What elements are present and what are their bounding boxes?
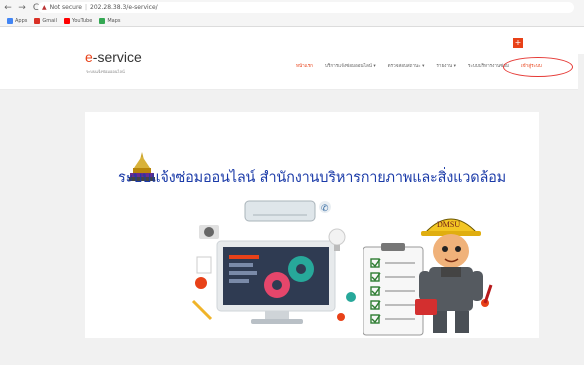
document-icon — [196, 256, 212, 274]
browser-chrome: ← → C ▲ Not secure | 202.28.38.3/e-servi… — [0, 0, 584, 27]
page-heading: ระบบแจ้งซ่อมออนไลน์ สำนักงานบริหารกายภาพ… — [117, 170, 507, 186]
forward-icon[interactable]: → — [16, 3, 28, 13]
repair-illustration: ✆ — [191, 200, 356, 324]
bookmark-youtube[interactable]: YouTube — [63, 17, 92, 24]
wrench-icon — [191, 299, 213, 321]
plus-icon[interactable]: + — [513, 38, 523, 48]
bookmark-apps[interactable]: Apps — [7, 17, 27, 24]
bookmarks-bar: Apps Gmail YouTube Maps — [0, 15, 584, 26]
nav-report[interactable]: รายงาน ▾ — [436, 63, 455, 70]
site-tagline: ระบบแจ้งซ่อมออนไลน์ — [86, 69, 125, 74]
warning-icon: ▲ — [42, 4, 47, 11]
nav-online-repair[interactable]: บริการแจ้งซ่อมออนไลน์ ▾ — [325, 63, 376, 70]
web-page: e-service ระบบแจ้งซ่อมออนไลน์ + หน้าแรก … — [0, 27, 584, 365]
svg-text:✆: ✆ — [321, 204, 329, 214]
settings-icon — [346, 292, 356, 302]
apps-icon — [7, 17, 13, 24]
scrollbar[interactable] — [578, 54, 584, 365]
bookmark-maps[interactable]: Maps — [99, 17, 120, 24]
map-pin-icon — [195, 277, 207, 289]
air-conditioner-icon — [244, 200, 316, 222]
bookmark-gmail[interactable]: Gmail — [34, 17, 57, 24]
highlight-annotation — [503, 57, 573, 77]
site-logo[interactable]: e-service — [85, 49, 142, 65]
hero-panel: ระบบแจ้งซ่อมออนไลน์ สำนักงานบริหารกายภาพ… — [85, 112, 539, 338]
nav-check-status[interactable]: ตรวจสอบสถานะ ▾ — [388, 63, 425, 70]
youtube-icon — [63, 17, 70, 24]
maps-icon — [99, 17, 106, 24]
browser-toolbar: ← → C ▲ Not secure | 202.28.38.3/e-servi… — [0, 0, 584, 15]
url-text: 202.28.38.3/e-service/ — [90, 4, 158, 11]
gmail-icon — [34, 17, 41, 24]
nav-home[interactable]: หน้าแรก — [296, 63, 313, 70]
site-header: e-service ระบบแจ้งซ่อมออนไลน์ + หน้าแรก … — [0, 27, 584, 90]
lightbulb-icon — [328, 228, 346, 246]
address-bar[interactable]: ▲ Not secure | 202.28.38.3/e-service/ — [38, 2, 574, 13]
svg-text:DMSU: DMSU — [437, 220, 460, 229]
technician-illustration: DMSU — [363, 218, 493, 336]
security-label: Not secure — [49, 4, 82, 11]
toolbox-icon — [415, 299, 437, 315]
back-icon[interactable]: ← — [2, 3, 14, 13]
